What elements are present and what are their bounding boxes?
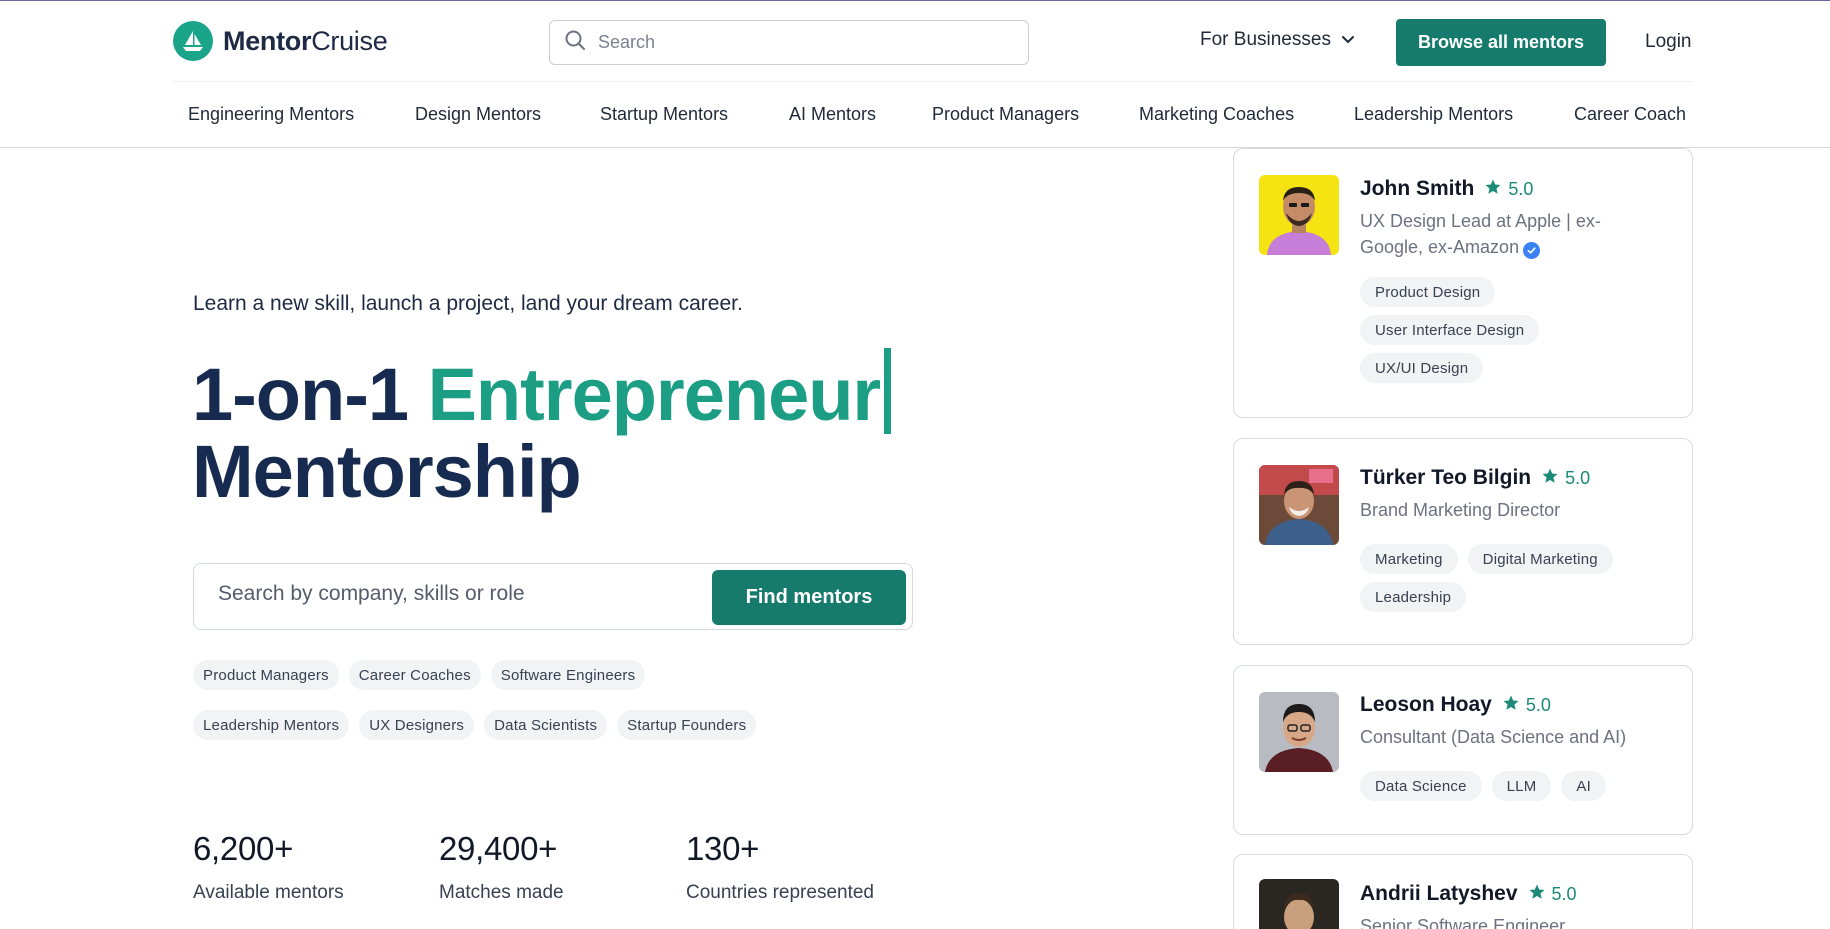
skill-tag: User Interface Design [1360, 315, 1540, 345]
category-chip[interactable]: Data Scientists [484, 710, 608, 740]
rating-value: 5.0 [1551, 883, 1577, 904]
mentor-tags: Data Science LLM AI [1360, 771, 1680, 801]
mentor-card[interactable]: Leoson Hoay 5.0 Consultant (Data Science… [1233, 665, 1693, 835]
category-nav: Engineering Mentors Design Mentors Start… [0, 82, 1691, 147]
nav-item-career-coach[interactable]: Career Coach [1574, 104, 1686, 125]
site-header: MentorCruise For Businesses Browse all m… [0, 1, 1830, 81]
nav-item-product-managers[interactable]: Product Managers [932, 104, 1079, 125]
headline-prefix: 1-on-1 [192, 353, 409, 436]
mentor-name: Andrii Latyshev [1360, 882, 1518, 905]
hero-tagline: Learn a new skill, launch a project, lan… [193, 292, 743, 315]
mentor-name-row: John Smith 5.0 [1360, 177, 1533, 201]
skill-tag: Product Design [1360, 277, 1496, 307]
rating-value: 5.0 [1525, 694, 1551, 715]
mentor-title-block: UX Design Lead at Apple | ex-Google, ex-… [1360, 208, 1650, 260]
popular-categories: Product Managers Career Coaches Software… [193, 660, 833, 740]
mentor-name-row: Andrii Latyshev 5.0 [1360, 882, 1577, 906]
mentor-rating: 5.0 [1502, 694, 1551, 717]
mentor-rating: 5.0 [1484, 178, 1533, 201]
rating-value: 5.0 [1508, 178, 1534, 199]
headline-accent: Entrepreneur [427, 353, 882, 436]
star-icon [1502, 694, 1520, 717]
category-chip[interactable]: Career Coaches [348, 660, 481, 690]
mentor-search-input[interactable] [218, 582, 658, 606]
mentor-name-row: Leoson Hoay 5.0 [1360, 693, 1551, 717]
stat-matches-made: 29,400+ Matches made [439, 830, 679, 904]
stat-value: 130+ [686, 830, 760, 867]
logo-wordmark: MentorCruise [223, 25, 388, 56]
category-chip[interactable]: UX Designers [359, 710, 475, 740]
mentor-tags: Product Design User Interface Design UX/… [1360, 277, 1560, 383]
star-icon [1528, 883, 1546, 906]
header-search-input[interactable] [598, 32, 998, 53]
skill-tag: AI [1561, 771, 1606, 801]
stat-countries: 130+ Countries represented [686, 830, 926, 904]
mentor-name: Leoson Hoay [1360, 693, 1492, 716]
nav-item-startup-mentors[interactable]: Startup Mentors [600, 104, 728, 125]
mentor-rating: 5.0 [1541, 467, 1590, 490]
rating-value: 5.0 [1565, 467, 1591, 488]
skill-tag: LLM [1491, 771, 1552, 801]
for-businesses-dropdown[interactable]: For Businesses [1200, 29, 1355, 51]
nav-item-leadership-mentors[interactable]: Leadership Mentors [1354, 104, 1513, 125]
login-link[interactable]: Login [1645, 31, 1692, 53]
nav-item-ai-mentors[interactable]: AI Mentors [789, 104, 876, 125]
mentor-avatar [1259, 692, 1339, 772]
nav-item-engineering-mentors[interactable]: Engineering Mentors [188, 104, 354, 125]
category-chip[interactable]: Software Engineers [490, 660, 646, 690]
verified-check-icon [1523, 242, 1541, 259]
category-chip[interactable]: Leadership Mentors [193, 710, 350, 740]
mentor-avatar [1259, 175, 1339, 255]
stat-label: Matches made [439, 882, 564, 903]
header-search[interactable] [549, 20, 1029, 65]
headline-suffix: Mentorship [192, 430, 582, 513]
category-chip[interactable]: Product Managers [193, 660, 339, 690]
mentor-title: Consultant (Data Science and AI) [1360, 727, 1627, 747]
skill-tag: UX/UI Design [1360, 353, 1484, 383]
chevron-down-icon [1341, 29, 1355, 51]
nav-item-design-mentors[interactable]: Design Mentors [415, 104, 541, 125]
typing-cursor [884, 348, 892, 434]
mentor-card[interactable]: John Smith 5.0 UX Design Lead at Apple |… [1233, 148, 1693, 418]
stat-label: Available mentors [193, 882, 344, 903]
mentor-title: Brand Marketing Director [1360, 500, 1561, 520]
star-icon [1541, 467, 1559, 490]
stat-available-mentors: 6,200+ Available mentors [193, 830, 433, 904]
mentor-title: Senior Software Engineer [1360, 916, 1566, 929]
mentor-card[interactable]: Türker Teo Bilgin 5.0 Brand Marketing Di… [1233, 438, 1693, 645]
nav-item-marketing-coaches[interactable]: Marketing Coaches [1139, 104, 1294, 125]
sailboat-icon [173, 21, 213, 61]
mentor-rating: 5.0 [1528, 883, 1577, 906]
skill-tag: Leadership [1360, 582, 1467, 612]
skill-tag: Data Science [1360, 771, 1482, 801]
skill-tag: Digital Marketing [1467, 544, 1613, 574]
browse-all-mentors-button[interactable]: Browse all mentors [1396, 19, 1606, 66]
mentor-search-bar: Find mentors [193, 563, 913, 630]
mentor-name: Türker Teo Bilgin [1360, 466, 1532, 489]
skill-tag: Marketing [1360, 544, 1458, 574]
find-mentors-button[interactable]: Find mentors [712, 570, 906, 625]
star-icon [1484, 178, 1502, 201]
category-chip[interactable]: Startup Founders [617, 710, 757, 740]
search-icon [564, 29, 586, 56]
mentor-avatar [1259, 879, 1339, 929]
stat-value: 6,200+ [193, 830, 294, 867]
mentor-name: John Smith [1360, 177, 1475, 200]
mentor-tags: Marketing Digital Marketing Leadership [1360, 544, 1640, 612]
mentor-title: UX Design Lead at Apple | ex-Google, ex-… [1360, 211, 1601, 257]
mentor-avatar [1259, 465, 1339, 545]
stat-value: 29,400+ [439, 830, 558, 867]
stat-label: Countries represented [686, 882, 874, 903]
logo[interactable]: MentorCruise [173, 21, 388, 61]
hero-headline: 1-on-1 Entrepreneur Mentorship [192, 348, 892, 513]
mentor-name-row: Türker Teo Bilgin 5.0 [1360, 466, 1590, 490]
for-businesses-label: For Businesses [1200, 29, 1331, 50]
mentor-card[interactable]: Andrii Latyshev 5.0 Senior Software Engi… [1233, 854, 1693, 929]
